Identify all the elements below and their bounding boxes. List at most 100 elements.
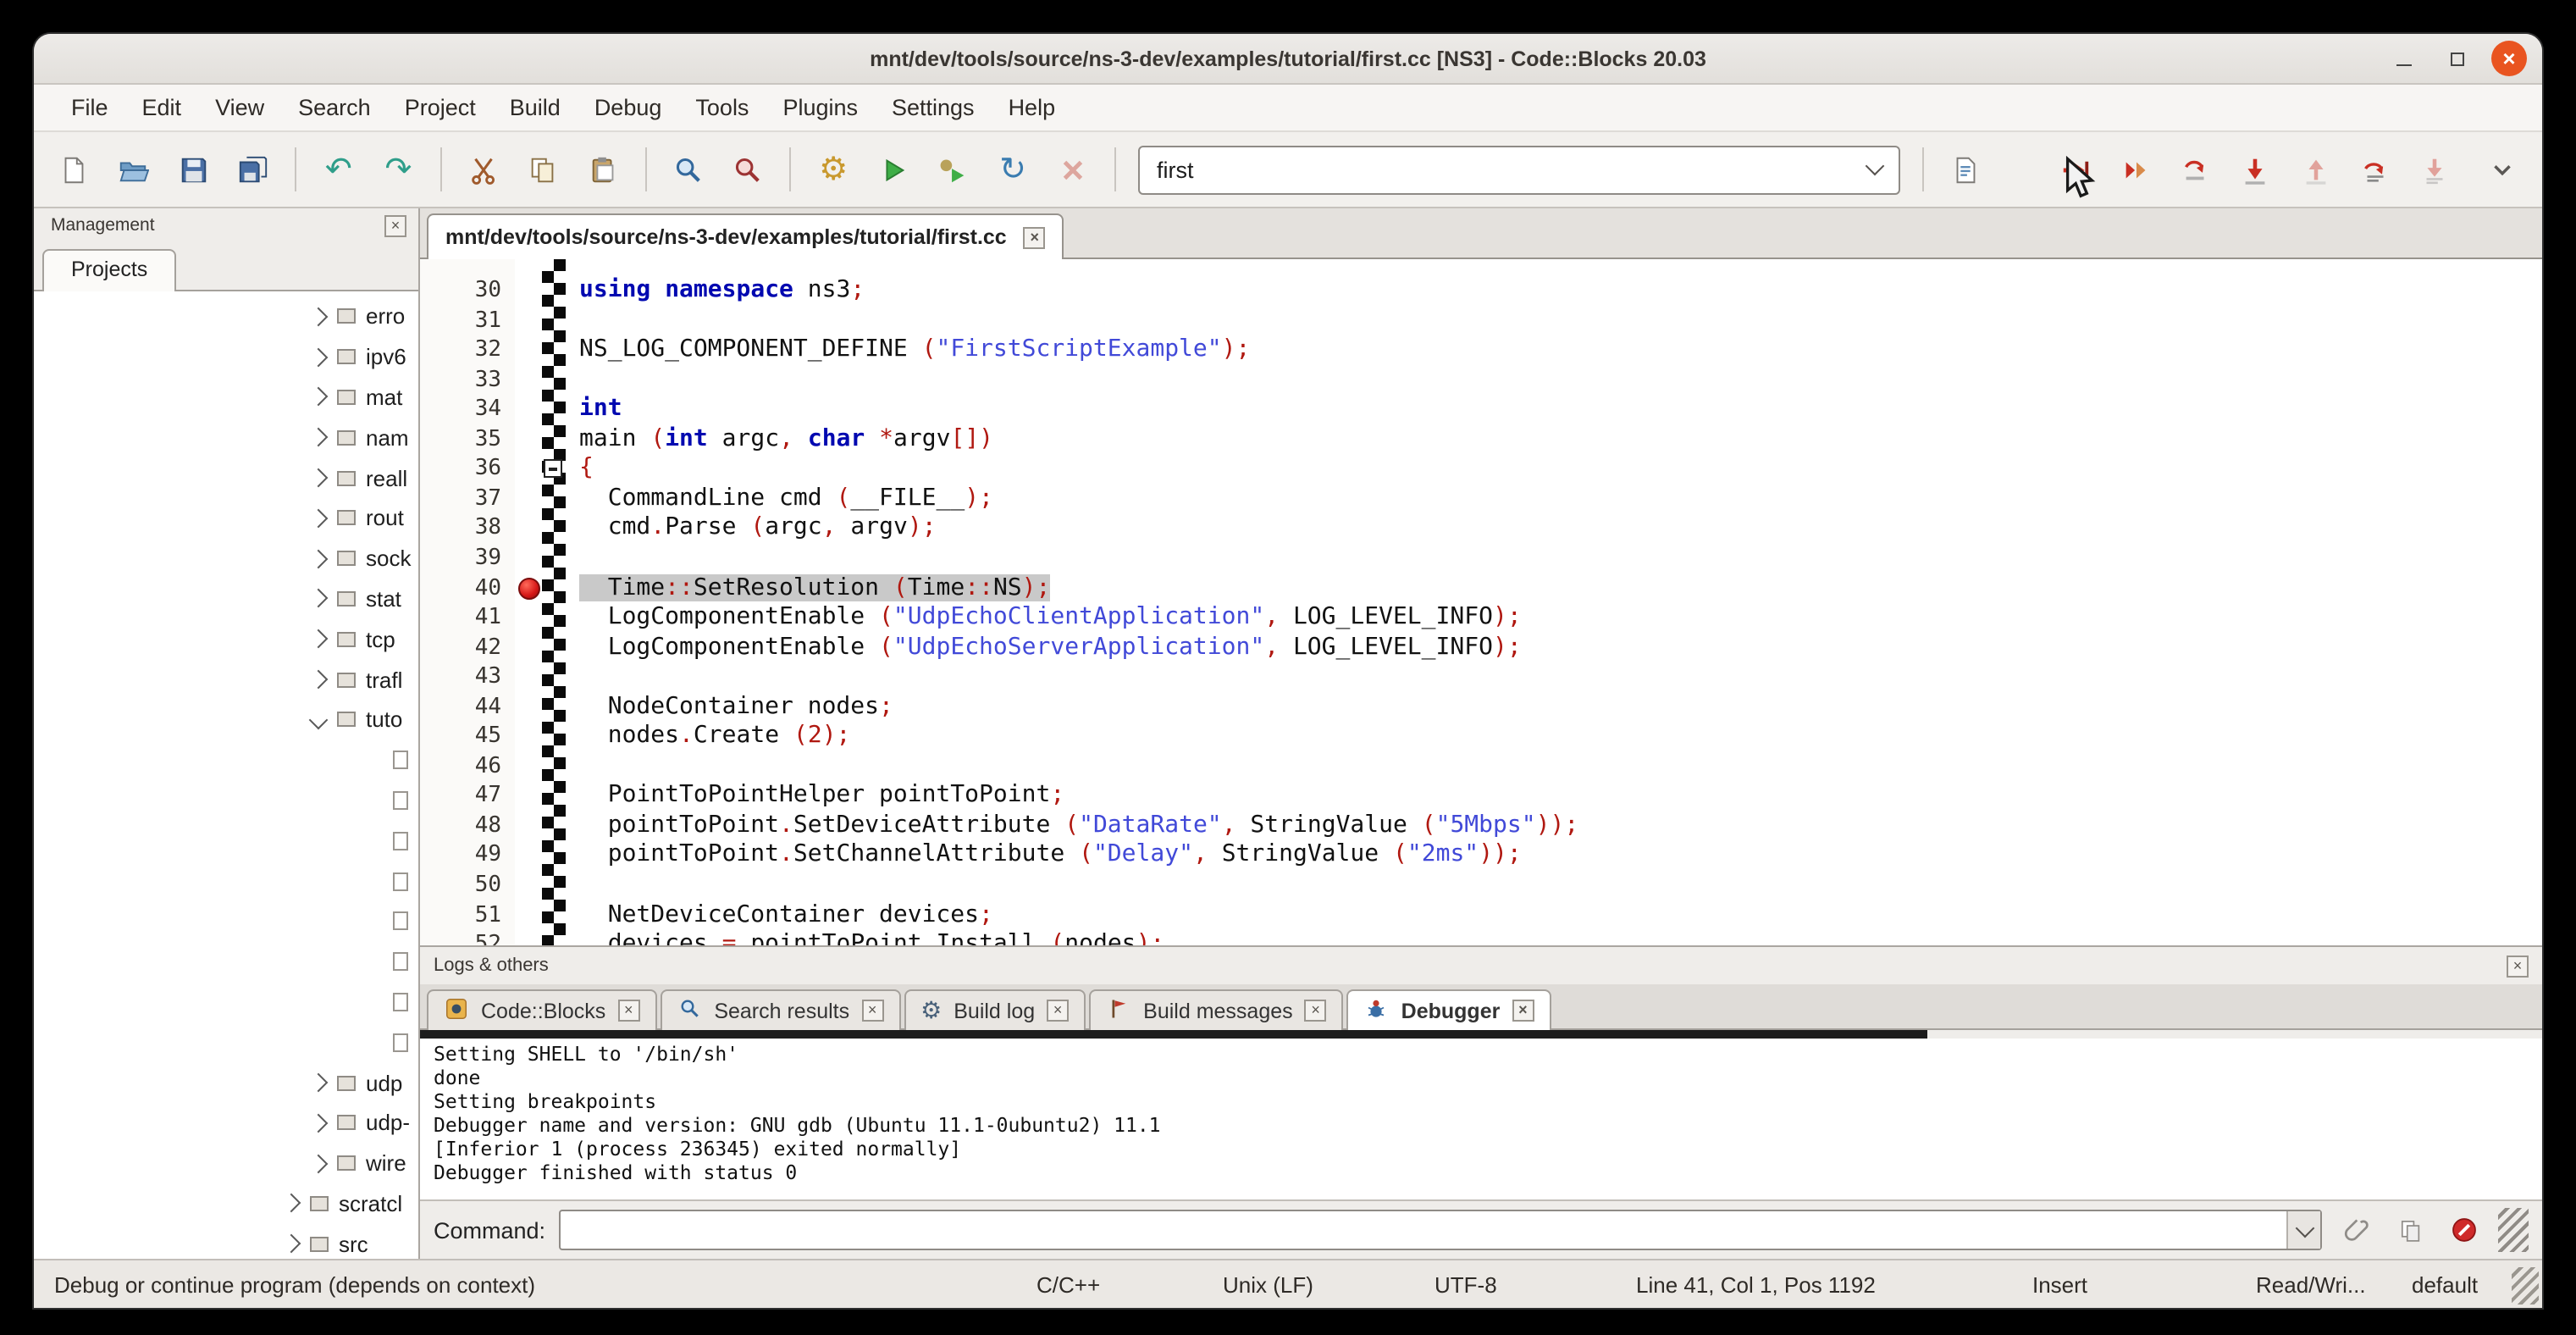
menu-search[interactable]: Search [281,88,388,127]
code-area[interactable]: using namespace ns3;NS_LOG_COMPONENT_DEF… [566,259,2542,945]
stop-debugger-icon[interactable] [2444,1210,2485,1250]
tree-item-wire[interactable]: wire [34,1143,418,1183]
editor-tab-close-icon[interactable]: × [1024,226,1046,248]
debug-continue-icon[interactable] [2050,144,2103,195]
run-to-cursor-icon[interactable] [2109,144,2163,195]
tree-item-erro[interactable]: erro [34,296,418,337]
menu-build[interactable]: Build [493,88,578,127]
menu-view[interactable]: View [198,88,281,127]
redo-icon[interactable]: ↷ [372,144,425,195]
menu-edit[interactable]: Edit [125,88,199,127]
build-icon[interactable]: ⚙ [807,144,860,195]
menu-plugins[interactable]: Plugins [766,88,875,127]
tree-item-nam[interactable]: nam [34,418,418,458]
maximize-button[interactable] [2439,41,2474,76]
logs-close-icon[interactable]: × [2507,955,2529,977]
run-icon[interactable] [867,144,920,195]
tree-item-udp[interactable]: udp [34,1062,418,1103]
tree-item-fo[interactable]: fo [34,821,418,861]
chevron-right-icon[interactable] [309,590,329,609]
command-dropdown-button[interactable] [2286,1211,2320,1249]
search-combo[interactable]: first [1138,145,1900,194]
new-file-icon[interactable] [47,144,101,195]
find-in-files-icon[interactable] [721,144,775,195]
tree-item-stat[interactable]: stat [34,579,418,619]
tree-item-reall[interactable]: reall [34,457,418,498]
chevron-down-icon[interactable] [309,710,329,729]
tab-close-icon[interactable]: × [1305,1000,1327,1022]
compile-current-file-icon[interactable] [1939,144,1993,195]
chevron-right-icon[interactable] [309,468,329,488]
tree-item-udp[interactable]: udp- [34,1103,418,1144]
tree-item-ipv6[interactable]: ipv6 [34,337,418,378]
chevron-down-icon[interactable] [1866,157,1885,176]
logs-tab-search-results[interactable]: Search results× [660,989,900,1030]
paste-icon[interactable] [577,144,630,195]
chevron-right-icon[interactable] [309,388,329,407]
titlebar[interactable]: mnt/dev/tools/source/ns-3-dev/examples/t… [34,34,2542,85]
management-close-icon[interactable]: × [384,214,406,236]
chevron-right-icon[interactable] [309,1154,329,1173]
menu-debug[interactable]: Debug [578,88,679,127]
step-into-icon[interactable] [2230,144,2283,195]
tree-item-se[interactable]: se [34,942,418,983]
next-line-icon[interactable] [2170,144,2223,195]
chevron-right-icon[interactable] [309,428,329,447]
chevron-right-icon[interactable] [282,1194,301,1214]
menu-settings[interactable]: Settings [875,88,992,127]
next-instruction-icon[interactable] [2349,144,2402,195]
open-file-icon[interactable] [108,144,161,195]
statusbar-resize-grip[interactable] [2512,1267,2539,1305]
tab-close-icon[interactable]: × [1512,1000,1534,1022]
tree-item-rout[interactable]: rout [34,498,418,539]
tab-close-icon[interactable]: × [861,1000,883,1022]
chevron-right-icon[interactable] [309,549,329,568]
logs-tab-debugger[interactable]: Debugger× [1347,989,1551,1030]
find-icon[interactable] [662,144,716,195]
tree-item-tcp[interactable]: tcp [34,619,418,660]
step-out-icon[interactable] [2289,144,2342,195]
build-and-run-icon[interactable] [926,144,980,195]
menu-file[interactable]: File [54,88,125,127]
tree-item-trafl[interactable]: trafl [34,659,418,700]
chevron-right-icon[interactable] [309,508,329,528]
abort-build-icon[interactable] [1046,144,1099,195]
tab-projects[interactable]: Projects [42,249,176,291]
tab-close-icon[interactable]: × [1047,1000,1069,1022]
minimize-button[interactable] [2386,41,2422,76]
tree-item-sock[interactable]: sock [34,539,418,579]
breakpoint-marker[interactable] [518,577,540,599]
menu-help[interactable]: Help [992,88,1073,127]
copy-log-icon[interactable] [2390,1210,2430,1250]
tree-item-fif[interactable]: fif [34,740,418,781]
resize-grip[interactable] [2498,1208,2529,1252]
undo-icon[interactable]: ↶ [312,144,366,195]
menu-tools[interactable]: Tools [678,88,766,127]
cut-icon[interactable] [457,144,511,195]
save-all-icon[interactable] [227,144,280,195]
chevron-right-icon[interactable] [309,307,329,326]
command-input[interactable] [559,1210,2322,1250]
tab-close-icon[interactable]: × [617,1000,639,1022]
fold-marker[interactable] [544,460,562,479]
breakpoint-margin[interactable] [515,259,542,945]
logs-tab-build-messages[interactable]: Build messages× [1089,989,1344,1030]
chevron-right-icon[interactable] [282,1234,301,1254]
close-button[interactable]: × [2491,41,2527,76]
tree-item-six[interactable]: six [34,982,418,1022]
tree-item-src[interactable]: src [34,1224,418,1259]
rebuild-icon[interactable]: ↻ [987,144,1040,195]
tree-item-tuto[interactable]: tuto [34,700,418,740]
save-icon[interactable] [167,144,220,195]
chevron-right-icon[interactable] [309,629,329,649]
toolbar-overflow-chevron-icon[interactable] [2475,144,2529,195]
logs-tab-build-log[interactable]: ⚙Build log× [904,989,1086,1030]
step-into-instruction-icon[interactable] [2408,144,2462,195]
tree-item-scratcl[interactable]: scratcl [34,1183,418,1224]
tree-item-se[interactable]: se [34,901,418,942]
chevron-right-icon[interactable] [309,1073,329,1093]
attach-icon[interactable] [2336,1210,2376,1250]
code-editor[interactable]: 3031323334353637383940414243444546474849… [420,259,2542,945]
tree-item-th[interactable]: th [34,1022,418,1063]
tree-item-he[interactable]: he [34,861,418,901]
